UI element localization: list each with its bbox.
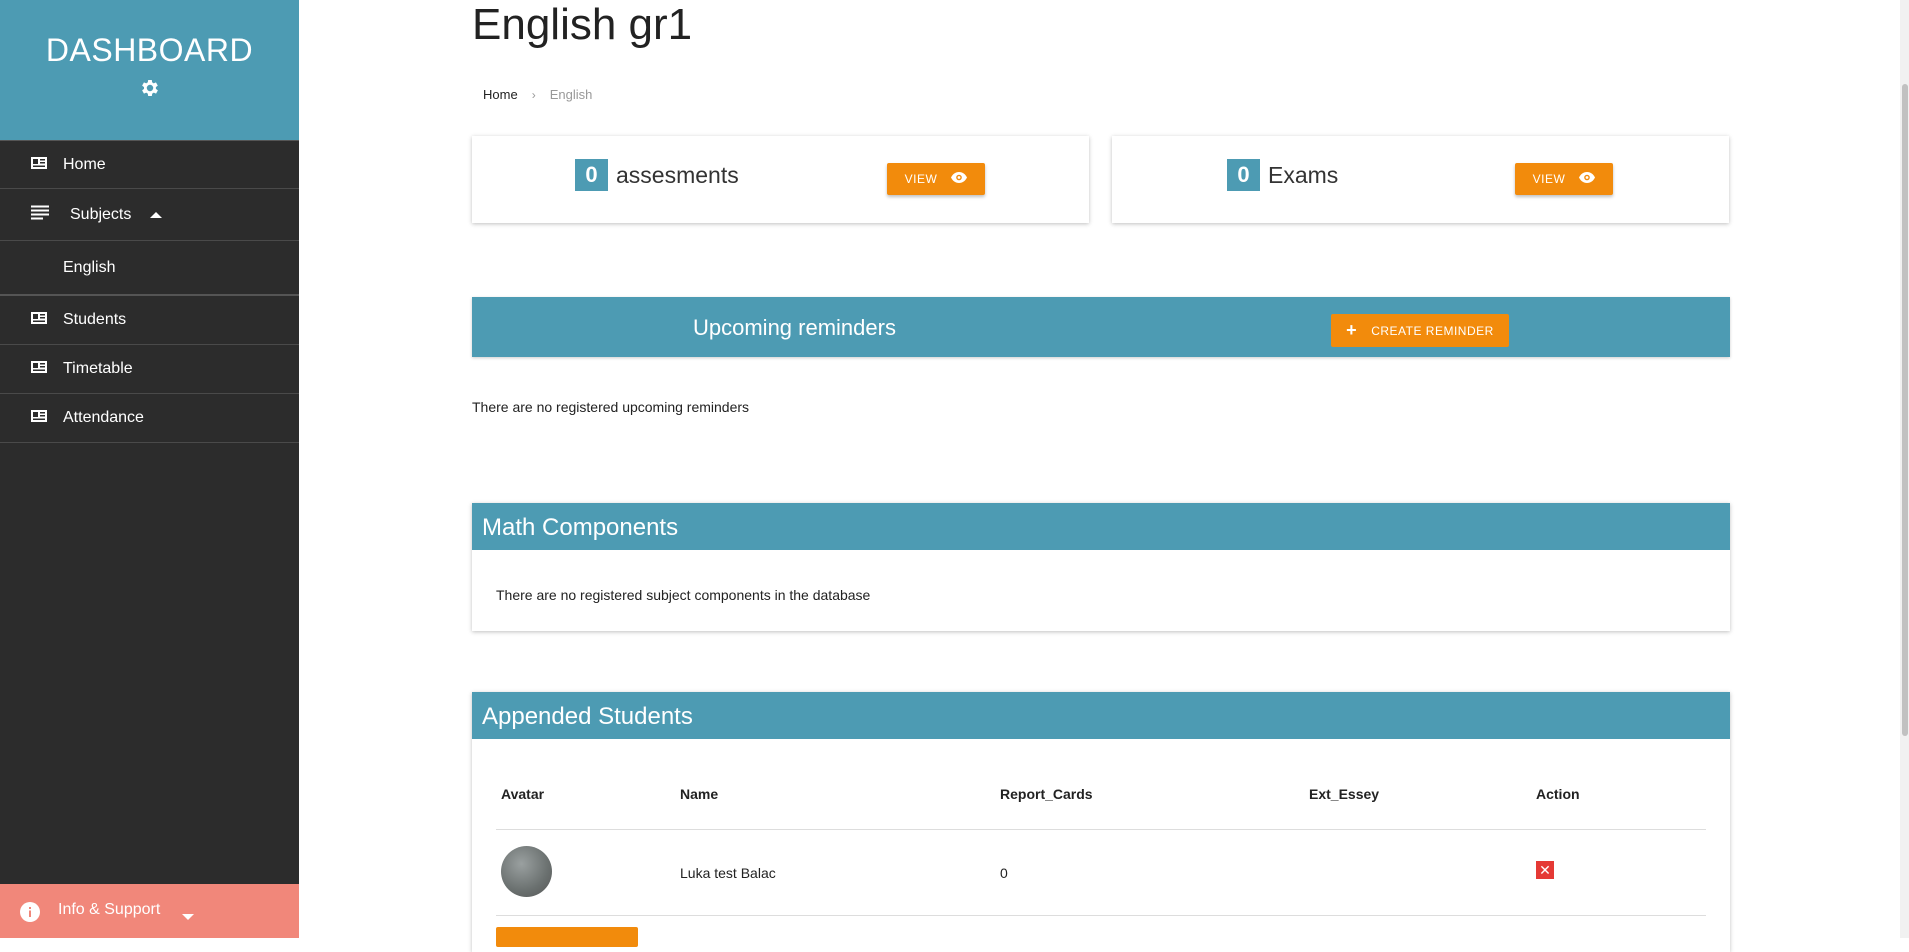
caret-up-icon	[150, 206, 162, 224]
eye-icon	[951, 172, 968, 186]
sidebar-item-label: Home	[63, 155, 106, 173]
create-reminder-label: CREATE REMINDER	[1371, 323, 1494, 338]
sidebar-item-label: Attendance	[63, 409, 144, 426]
report-cards-value: 0	[1000, 865, 1008, 881]
breadcrumb-home[interactable]: Home	[483, 87, 518, 102]
students-card: Appended Students Avatar Name Report_Car…	[472, 692, 1730, 952]
sidebar-item-label: Students	[63, 311, 127, 328]
id-card-icon	[31, 311, 47, 329]
sidebar-item-attendance[interactable]: Attendance	[0, 394, 299, 443]
chevron-right-icon: ›	[531, 88, 536, 102]
exams-label: Exams	[1268, 162, 1339, 188]
info-support-button[interactable]: Info & Support	[0, 884, 299, 938]
main-content: English gr1 Home › English 0 assesments VI…	[299, 0, 1909, 952]
column-header: Action	[1536, 786, 1580, 802]
breadcrumb: Home › English	[483, 87, 592, 102]
view-button-label: VIEW	[1532, 172, 1566, 186]
close-icon: ✕	[1539, 862, 1551, 878]
view-exams-button[interactable]: VIEW	[1515, 163, 1613, 195]
avatar	[501, 846, 552, 897]
sidebar: DASHBOARD Home Subjects English Students…	[0, 0, 299, 938]
table-row: Luka test Balac 0 ✕	[496, 830, 1706, 916]
scrollbar[interactable]	[1900, 0, 1909, 938]
column-header: Report_Cards	[1000, 786, 1093, 802]
sidebar-item-timetable[interactable]: Timetable	[0, 345, 299, 394]
sidebar-item-label: Subjects	[70, 205, 132, 223]
id-card-icon	[31, 360, 47, 378]
sidebar-item-students[interactable]: Students	[0, 296, 299, 345]
exams-card: 0 Exams VIEW	[1112, 136, 1729, 223]
eye-icon	[1579, 172, 1596, 186]
plus-icon: +	[1346, 320, 1358, 340]
breadcrumb-current: English	[549, 87, 593, 102]
add-student-button[interactable]	[496, 927, 638, 947]
exams-count: 0	[1227, 159, 1260, 191]
sidebar-item-english[interactable]: English	[0, 241, 299, 296]
students-title: Appended Students	[472, 692, 1730, 739]
components-card: Math Components There are no registered …	[472, 503, 1730, 631]
info-support-label: Info & Support	[58, 901, 161, 918]
students-table: Avatar Name Report_Cards Ext_Essey Actio…	[496, 786, 1706, 916]
create-reminder-button[interactable]: + CREATE REMINDER	[1331, 314, 1509, 347]
page-title: English gr1	[472, 0, 693, 49]
reminders-header: Upcoming reminders + CREATE REMINDER	[472, 297, 1730, 357]
gear-icon[interactable]	[139, 77, 161, 104]
sidebar-item-home[interactable]: Home	[0, 140, 299, 189]
reminders-title: Upcoming reminders	[693, 315, 896, 340]
sidebar-item-subjects[interactable]: Subjects	[0, 189, 299, 241]
column-header: Ext_Essey	[1309, 786, 1380, 802]
assessments-card: 0 assesments VIEW	[472, 136, 1089, 223]
dashboard-title: DASHBOARD	[45, 32, 254, 68]
caret-down-icon	[182, 908, 194, 926]
view-assessments-button[interactable]: VIEW	[887, 163, 985, 195]
components-empty-text: There are no registered subject componen…	[496, 587, 871, 603]
student-name: Luka test Balac	[680, 865, 776, 881]
sidebar-header: DASHBOARD	[0, 0, 299, 140]
info-icon	[20, 902, 40, 927]
list-icon	[31, 205, 49, 224]
table-header: Avatar Name Report_Cards Ext_Essey Actio…	[496, 786, 1706, 830]
reminders-empty-text: There are no registered upcoming reminde…	[472, 399, 750, 415]
id-card-icon	[31, 156, 47, 174]
view-button-label: VIEW	[904, 172, 938, 186]
sidebar-nav: Home Subjects English Students Timetable	[0, 140, 299, 443]
components-title: Math Components	[472, 503, 1730, 550]
scrollbar-thumb[interactable]	[1902, 84, 1908, 736]
delete-student-button[interactable]: ✕	[1536, 861, 1554, 879]
sidebar-item-label: Timetable	[63, 360, 133, 377]
column-header: Name	[680, 786, 719, 802]
column-header: Avatar	[501, 786, 545, 802]
sidebar-item-label: English	[63, 258, 116, 276]
id-card-icon	[31, 409, 47, 427]
assessments-count: 0	[575, 159, 608, 191]
assessments-label: assesments	[616, 162, 739, 188]
